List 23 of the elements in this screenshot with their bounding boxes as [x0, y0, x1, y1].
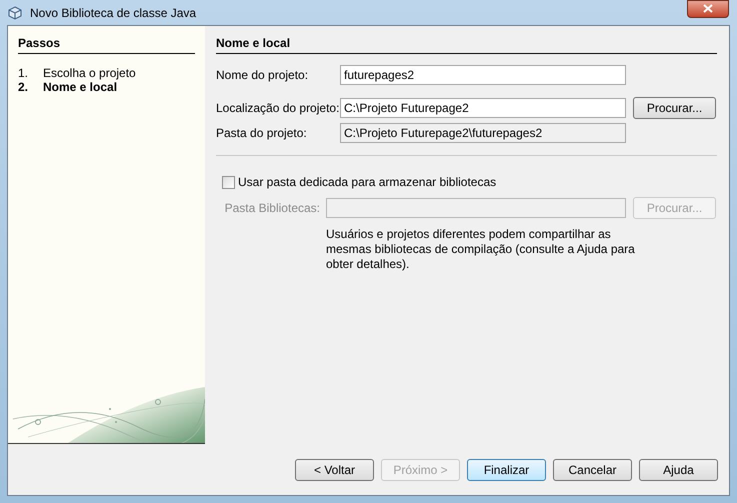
field-label: Pasta Bibliotecas:	[224, 200, 321, 217]
dialog-button[interactable]: Ajuda	[639, 458, 718, 480]
text-field[interactable]: C:\Projeto Futurepage2	[340, 98, 626, 118]
section-title: Nome e local	[216, 34, 717, 54]
help-text: Usuários e projetos diferentes podem compartilhar as mesmas bibliotecas de compilação (consulte a Ajuda para obter detalhes).	[326, 227, 636, 272]
dialog-button[interactable]: Procurar...	[633, 97, 716, 119]
dialog-button[interactable]: Cancelar	[553, 458, 632, 480]
cube-icon	[8, 6, 22, 20]
step-item: 1. Escolha o projeto	[18, 66, 137, 80]
close-button[interactable]	[687, 0, 729, 18]
field-label: Nome do projeto:	[216, 67, 310, 84]
field-label: Localização do projeto:	[216, 100, 340, 117]
step-item: 2. Nome e local	[18, 80, 118, 94]
steps-title: Passos	[18, 34, 195, 54]
text-field[interactable]: futurepages2	[340, 65, 626, 85]
window-title: Novo Biblioteca de classe Java	[30, 4, 196, 22]
dialog-button[interactable]: Finalizar	[467, 458, 546, 480]
field-label: Pasta do projeto:	[216, 125, 308, 142]
checkbox-label: Usar pasta dedicada para armazenar bibliotecas	[238, 174, 496, 191]
dialog-button[interactable]: < Voltar	[295, 458, 374, 480]
text-field[interactable]: C:\Projeto Futurepage2\futurepages2	[340, 123, 626, 143]
close-icon	[703, 4, 713, 13]
checkbox[interactable]	[222, 176, 235, 188]
